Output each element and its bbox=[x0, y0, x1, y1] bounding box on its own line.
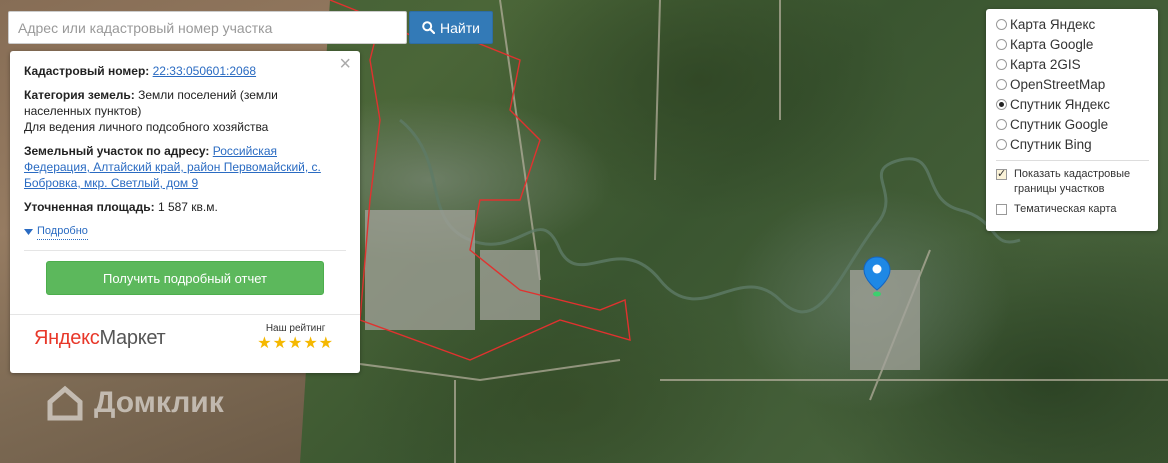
rating-block: Наш рейтинг ★★★★★ bbox=[257, 323, 334, 353]
layer-radio[interactable] bbox=[996, 58, 1007, 70]
yandex-market-block[interactable]: ЯндексМаркет Наш рейтинг ★★★★★ bbox=[24, 315, 346, 353]
layer-radio[interactable] bbox=[996, 98, 1007, 110]
search-input[interactable] bbox=[8, 11, 407, 44]
parcel-info-panel: × Кадастровый номер: 22:33:050601:2068 К… bbox=[10, 51, 360, 373]
address-row: Земельный участок по адресу: Российская … bbox=[24, 143, 346, 191]
search-button-label: Найти bbox=[440, 19, 480, 36]
domclick-logo-icon bbox=[47, 385, 83, 421]
divider bbox=[996, 160, 1149, 161]
search-button[interactable]: Найти bbox=[409, 11, 493, 44]
area-value: 1 587 кв.м. bbox=[157, 200, 218, 214]
cadastral-number-row: Кадастровый номер: 22:33:050601:2068 bbox=[24, 63, 346, 79]
details-label: Подробно bbox=[37, 223, 88, 240]
layer-option[interactable]: Карта Яндекс bbox=[996, 14, 1149, 34]
rating-stars: ★★★★★ bbox=[257, 335, 334, 352]
get-report-button[interactable]: Получить подробный отчет bbox=[46, 261, 324, 295]
layer-label: Карта Google bbox=[1010, 36, 1094, 52]
layer-radio[interactable] bbox=[996, 18, 1007, 30]
layer-option[interactable]: Спутник Google bbox=[996, 114, 1149, 134]
layer-option[interactable]: OpenStreetMap bbox=[996, 74, 1149, 94]
layer-option[interactable]: Спутник Яндекс bbox=[996, 94, 1149, 114]
layer-radio[interactable] bbox=[996, 138, 1007, 150]
watermark-text: Домклик bbox=[94, 386, 224, 419]
layer-label: Карта 2GIS bbox=[1010, 56, 1081, 72]
caret-down-icon bbox=[24, 228, 33, 235]
location-marker-icon[interactable] bbox=[863, 256, 891, 300]
land-category-row: Категория земель: Земли поселений (земли… bbox=[24, 87, 346, 135]
layer-option[interactable]: Карта Google bbox=[996, 34, 1149, 54]
cadastral-borders-checkbox[interactable] bbox=[996, 167, 1007, 182]
domclick-watermark: Домклик bbox=[46, 384, 224, 422]
layer-radio[interactable] bbox=[996, 38, 1007, 50]
layer-option[interactable]: Карта 2GIS bbox=[996, 54, 1149, 74]
land-category-label: Категория земель: bbox=[24, 88, 135, 102]
yandex-market-logo[interactable]: ЯндексМаркет bbox=[34, 328, 166, 348]
layer-radio[interactable] bbox=[996, 118, 1007, 130]
cadastral-borders-toggle[interactable]: Показать кадастровые границы участков bbox=[996, 167, 1149, 197]
layer-label: OpenStreetMap bbox=[1010, 76, 1106, 92]
thematic-map-toggle[interactable]: Тематическая карта bbox=[996, 202, 1149, 217]
land-usage-value: Для ведения личного подсобного хозяйства bbox=[24, 120, 269, 134]
rating-label: Наш рейтинг bbox=[265, 323, 326, 334]
cadastral-borders-label: Показать кадастровые границы участков bbox=[1014, 168, 1131, 195]
divider bbox=[24, 250, 346, 251]
area-label: Уточненная площадь: bbox=[24, 200, 155, 214]
area-row: Уточненная площадь: 1 587 кв.м. bbox=[24, 199, 346, 215]
layer-label: Спутник Google bbox=[1010, 116, 1109, 132]
layer-radio[interactable] bbox=[996, 78, 1007, 90]
cadastral-number-label: Кадастровый номер: bbox=[24, 64, 150, 78]
layer-label: Спутник Bing bbox=[1010, 136, 1092, 152]
address-label: Земельный участок по адресу: bbox=[24, 144, 210, 158]
layer-label: Спутник Яндекс bbox=[1010, 96, 1111, 112]
cadastral-number-link[interactable]: 22:33:050601:2068 bbox=[153, 64, 256, 78]
layer-option[interactable]: Спутник Bing bbox=[996, 134, 1149, 154]
details-toggle[interactable]: Подробно bbox=[24, 223, 346, 240]
thematic-map-checkbox[interactable] bbox=[996, 204, 1007, 215]
layer-label: Карта Яндекс bbox=[1010, 16, 1096, 32]
thematic-map-label: Тематическая карта bbox=[1014, 203, 1117, 215]
search-icon bbox=[422, 21, 436, 34]
map-layers-panel: Карта Яндекс Карта Google Карта 2GIS OpenSt… bbox=[986, 9, 1158, 231]
close-icon[interactable]: × bbox=[339, 54, 351, 74]
